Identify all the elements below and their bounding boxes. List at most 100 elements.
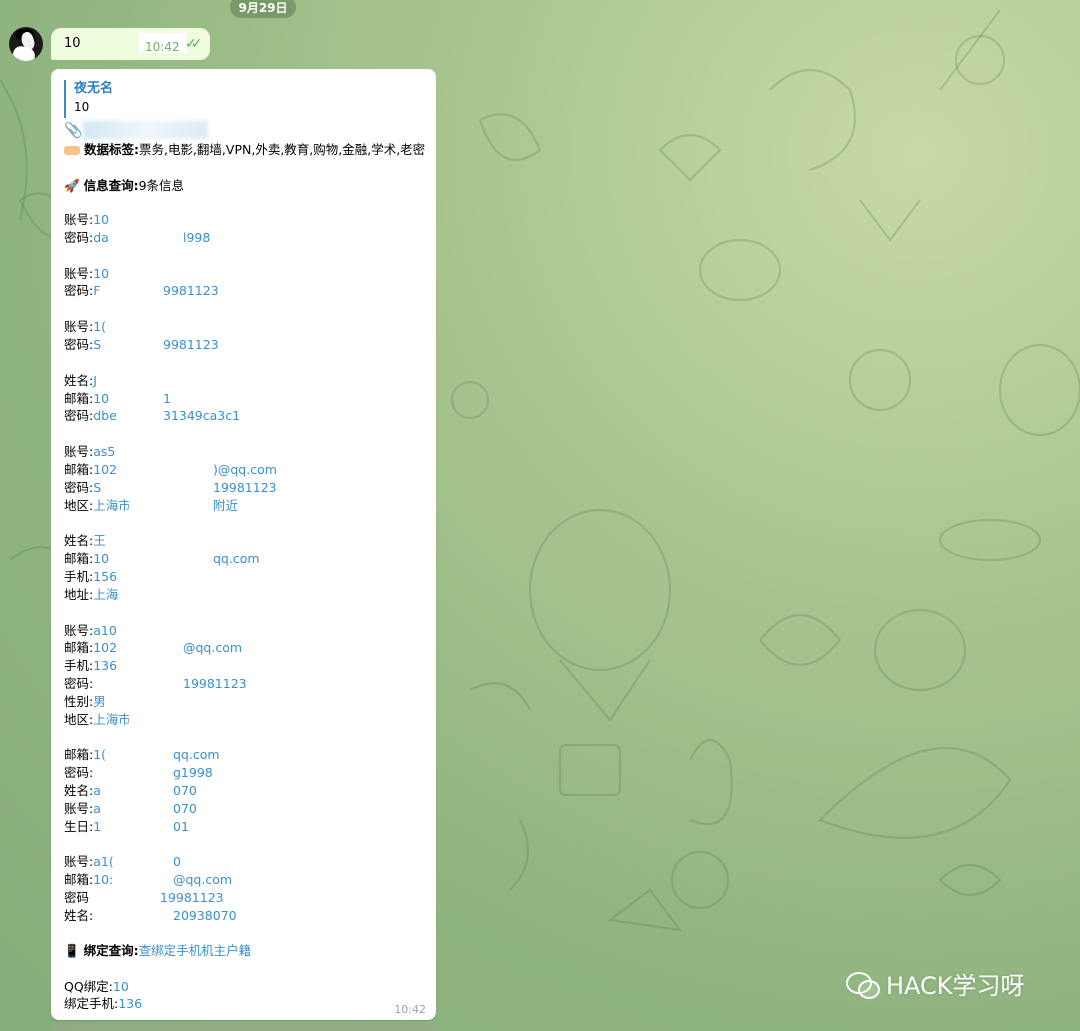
- field-value[interactable]: da: [93, 230, 109, 245]
- redaction-blur: [129, 622, 189, 639]
- field-value-tail[interactable]: @qq.com: [183, 639, 242, 656]
- field-value[interactable]: 10: [93, 212, 109, 227]
- redaction-blur: [121, 265, 181, 282]
- field-key: 密码:: [64, 408, 94, 424]
- field-value-tail[interactable]: @qq.com: [173, 871, 232, 888]
- record-field: 邮箱:10 1: [64, 390, 171, 407]
- record-field: 密码:S 19981123: [64, 479, 277, 496]
- incoming-message-bubble[interactable]: 夜无名 10 📎 数据标签:票务,电影,翻墙,VPN,外卖,教育,购物,金融,学…: [51, 69, 436, 1020]
- field-value-tail[interactable]: g1998: [173, 764, 213, 781]
- field-value[interactable]: 1(: [93, 747, 106, 762]
- field-value[interactable]: 10: [93, 391, 109, 406]
- field-key: 账号:: [64, 800, 94, 816]
- bind-label: 绑定查询:: [83, 943, 139, 958]
- redaction-blur: [129, 872, 171, 889]
- qq-line: QQ绑定:10: [64, 978, 129, 995]
- field-value[interactable]: S: [93, 337, 101, 352]
- field-value[interactable]: 102: [93, 462, 117, 477]
- field-value[interactable]: as5: [93, 444, 115, 459]
- rocket-icon: 🚀: [64, 178, 80, 193]
- field-value[interactable]: 上海市: [93, 498, 131, 513]
- redaction-blur: [113, 783, 171, 799]
- field-key: 密码:: [64, 765, 94, 781]
- redaction-blur: [129, 854, 171, 871]
- field-value-tail[interactable]: qq.com: [213, 550, 260, 567]
- field-value-tail[interactable]: 19981123: [213, 479, 277, 496]
- field-value[interactable]: J: [93, 373, 97, 388]
- redaction-blur: [113, 479, 211, 496]
- field-value[interactable]: 10:: [93, 872, 113, 887]
- field-key: 账号:: [64, 622, 94, 638]
- field-value-tail[interactable]: 20938070: [173, 907, 237, 924]
- field-value[interactable]: 136: [93, 658, 117, 673]
- record-field: 手机:136: [64, 657, 117, 674]
- bind-link[interactable]: 查绑定手机机主户籍: [139, 943, 252, 958]
- field-value[interactable]: a: [93, 801, 101, 816]
- field-value[interactable]: 10: [93, 551, 109, 566]
- redaction-blur: [129, 408, 161, 425]
- field-value-tail[interactable]: 01: [173, 818, 189, 835]
- field-value[interactable]: 102: [93, 640, 117, 655]
- record-field: 账号:as5: [64, 443, 115, 460]
- field-value-tail[interactable]: l998: [183, 229, 210, 246]
- reply-text: 10: [74, 100, 90, 114]
- attachment-line: 📎: [64, 122, 83, 139]
- record-field: 姓名: 20938070: [64, 907, 237, 924]
- field-value[interactable]: a10: [93, 623, 117, 638]
- field-value[interactable]: 1: [93, 819, 101, 834]
- field-value[interactable]: 156: [93, 569, 117, 584]
- field-key: 邮箱:: [64, 551, 94, 567]
- outgoing-message-bubble[interactable]: 10 10:42 ✓✓: [51, 28, 210, 60]
- tags-value: 票务,电影,翻墙,VPN,外卖,教育,购物,金融,学术,老密: [138, 142, 426, 157]
- record-field: 姓名:a 070: [64, 782, 197, 799]
- field-value-tail[interactable]: 19981123: [183, 675, 247, 692]
- field-value[interactable]: 上海市: [93, 712, 131, 727]
- field-value[interactable]: a1(: [93, 854, 114, 869]
- info-value: 9条信息: [138, 178, 185, 193]
- field-value[interactable]: S: [93, 480, 101, 495]
- field-key: 邮箱:: [64, 462, 94, 477]
- field-value-tail[interactable]: qq.com: [173, 746, 220, 763]
- redaction-blur: [121, 586, 181, 603]
- field-value-tail[interactable]: 1: [163, 390, 171, 407]
- field-key: 姓名:: [64, 533, 94, 549]
- field-value[interactable]: 10: [93, 266, 109, 281]
- record-field: 账号:a1(0: [64, 853, 181, 870]
- field-value-tail[interactable]: 070: [173, 800, 197, 817]
- field-value-tail[interactable]: 0: [173, 853, 181, 870]
- field-value[interactable]: 王: [93, 533, 106, 548]
- field-value[interactable]: F: [93, 283, 100, 298]
- redaction-blur: [113, 818, 171, 835]
- redaction-blur: [105, 676, 181, 692]
- user-avatar[interactable]: [9, 27, 43, 61]
- field-value-tail[interactable]: 9981123: [163, 282, 219, 299]
- field-key: 邮箱:: [64, 640, 94, 656]
- field-value[interactable]: 男: [93, 694, 106, 709]
- field-value[interactable]: a: [93, 783, 101, 798]
- qq-value[interactable]: 10: [113, 979, 129, 994]
- record-field: 密码:da l998: [64, 229, 210, 246]
- phone-value[interactable]: 136: [118, 996, 142, 1011]
- field-value[interactable]: 上海: [93, 587, 118, 602]
- field-value-tail[interactable]: 附近: [213, 497, 238, 514]
- record-field: 地址:上海: [64, 586, 118, 603]
- phone-icon: 📱: [64, 943, 80, 958]
- field-value-tail[interactable]: 070: [173, 782, 197, 799]
- field-key: 性别:: [64, 693, 94, 709]
- record-field: 邮箱:10 qq.com: [64, 550, 260, 567]
- reply-quote[interactable]: 夜无名 10: [64, 80, 274, 118]
- field-key: 手机:: [64, 658, 94, 674]
- field-value[interactable]: dbe: [93, 408, 117, 423]
- field-value-tail[interactable]: 19981123: [160, 889, 224, 906]
- field-key: 密码:: [64, 479, 94, 495]
- field-value-tail[interactable]: 31349ca3c1: [163, 407, 240, 424]
- record-field: 邮箱:1(qq.com: [64, 746, 220, 763]
- watermark: HACK学习呀: [846, 966, 1025, 1001]
- record-field: 密码:S 9981123: [64, 336, 219, 353]
- field-value[interactable]: 1(: [93, 319, 106, 334]
- field-value-tail[interactable]: )@qq.com: [213, 461, 277, 478]
- redaction-blur: [121, 319, 181, 336]
- record-field: 地区:上海市: [64, 711, 131, 728]
- field-value-tail[interactable]: 9981123: [163, 336, 219, 353]
- redaction-blur: [92, 890, 158, 906]
